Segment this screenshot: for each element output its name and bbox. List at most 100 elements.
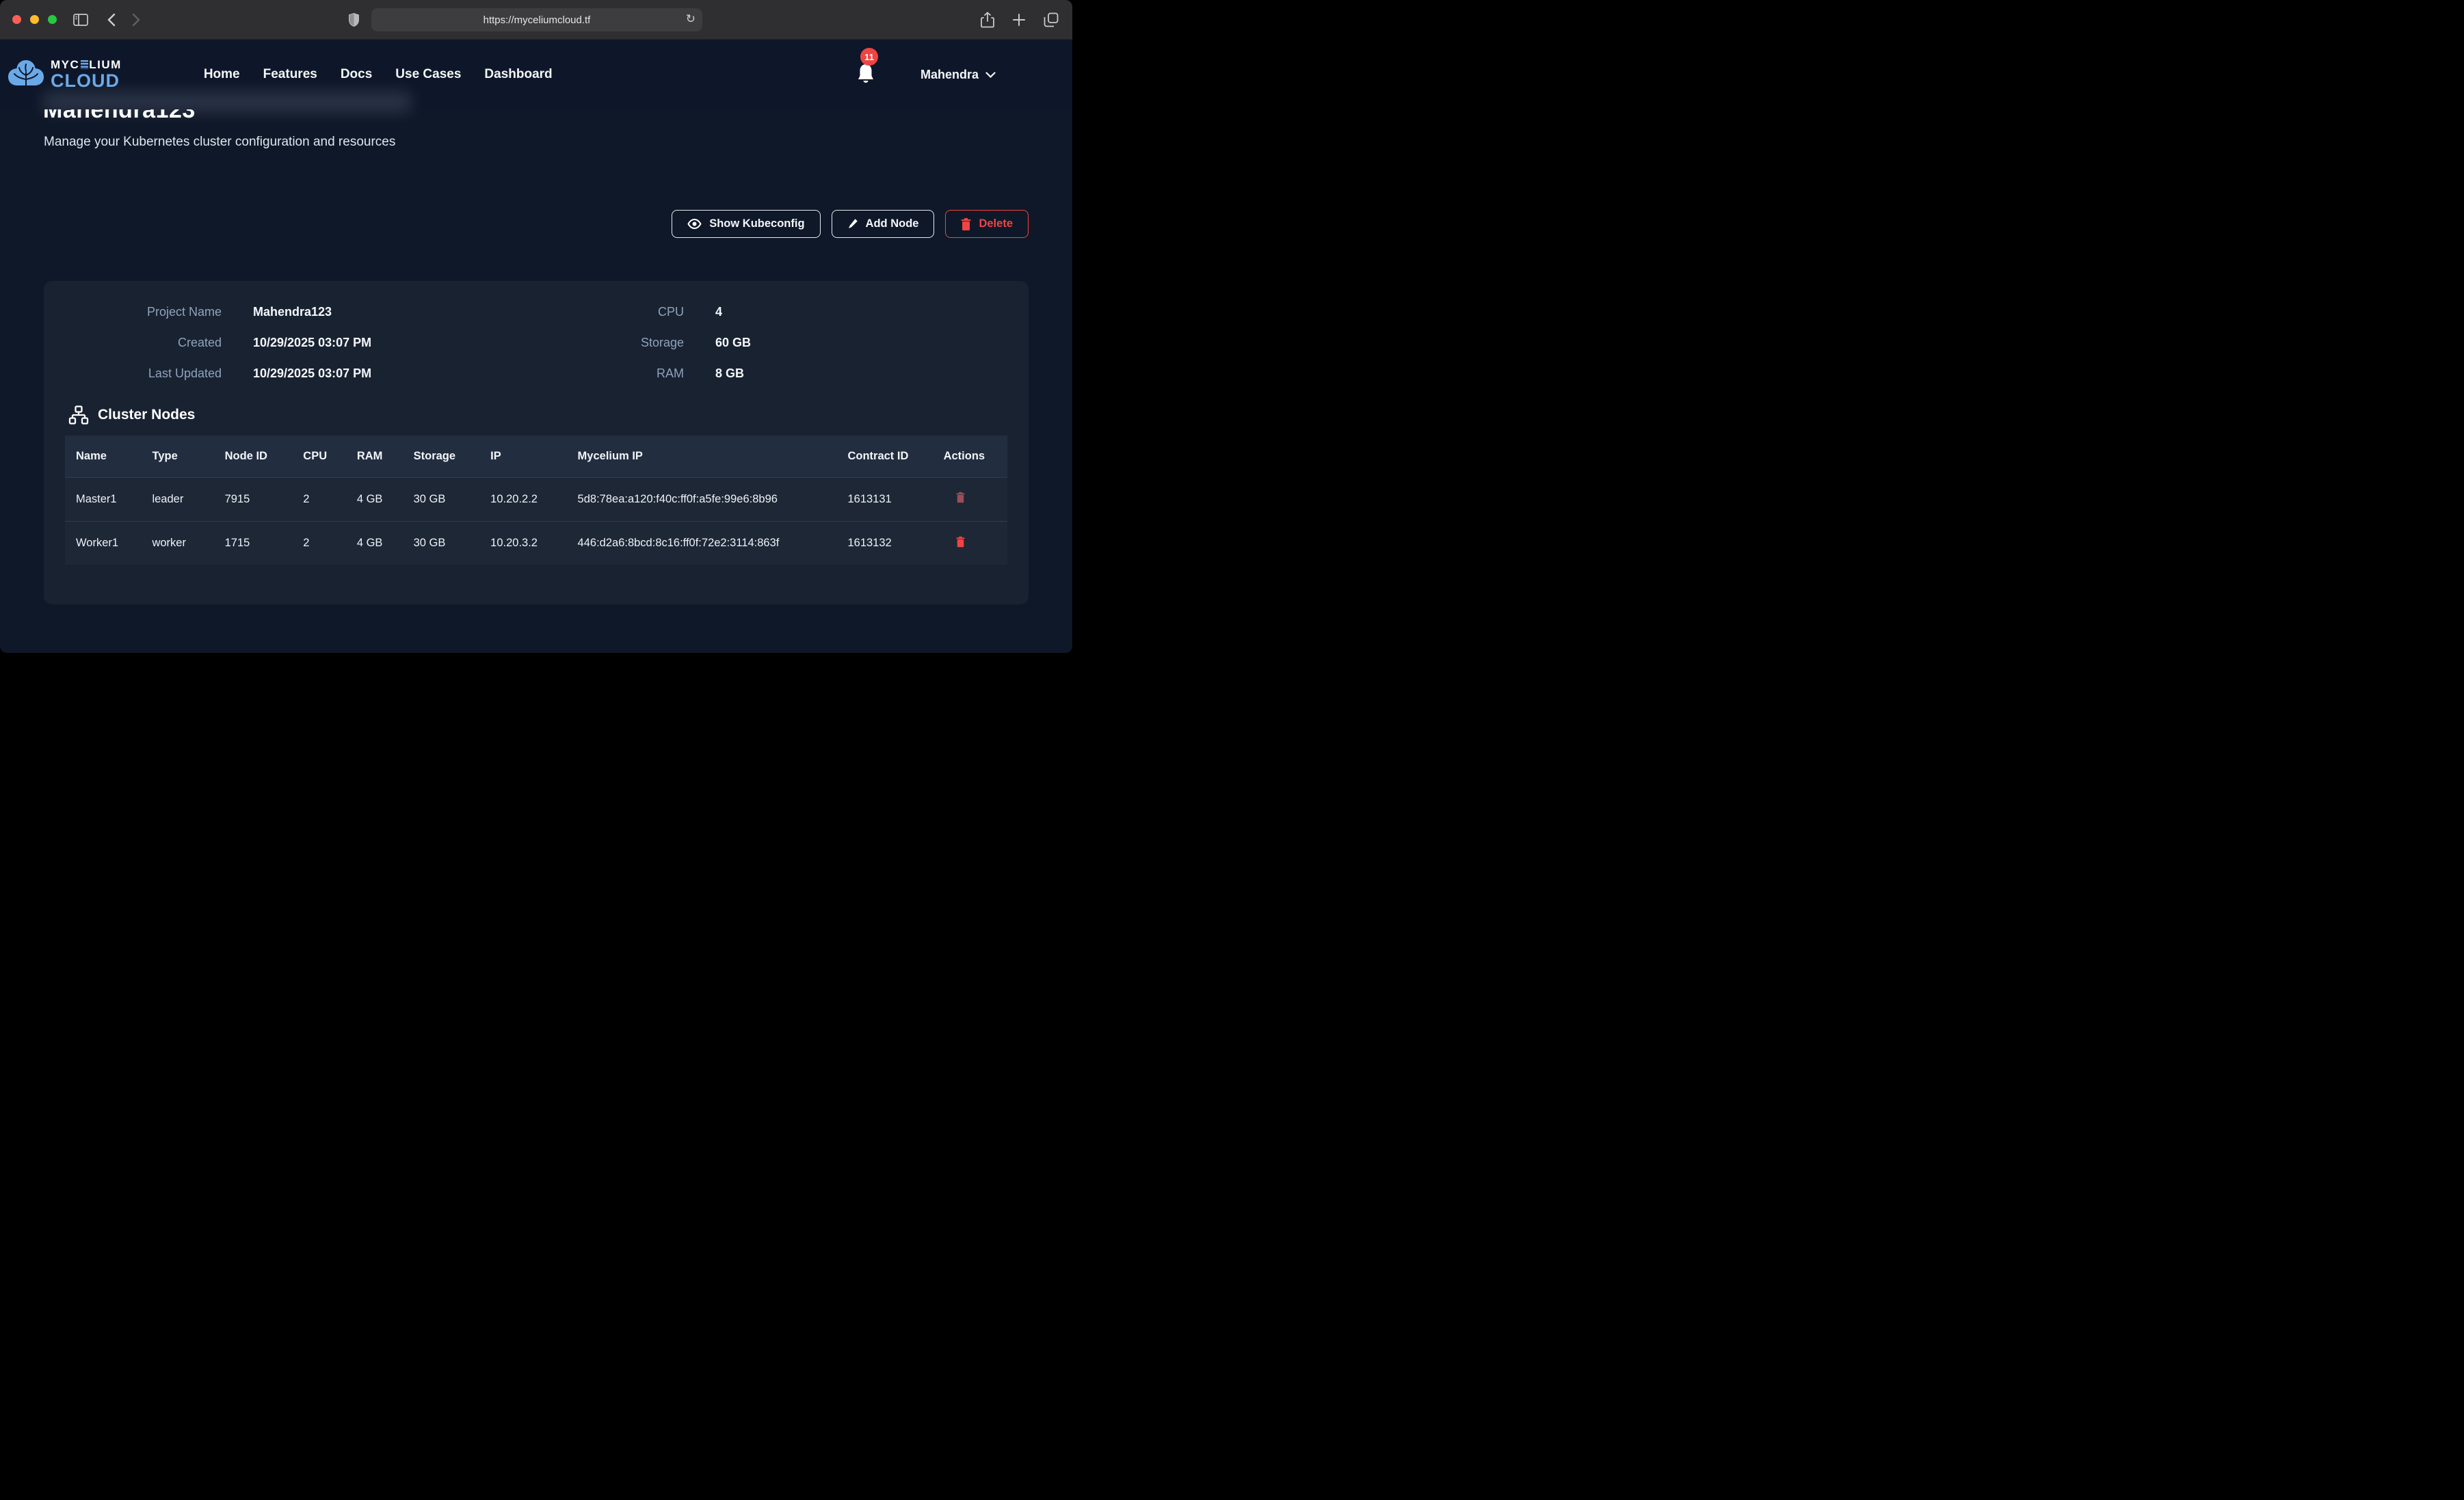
cell-name: Worker1 bbox=[65, 521, 141, 565]
cluster-nodes-heading: Cluster Nodes bbox=[68, 405, 1029, 425]
logo-e-glyph bbox=[81, 60, 88, 69]
cell-node-id: 7915 bbox=[214, 477, 293, 521]
cell-storage: 30 GB bbox=[403, 521, 480, 565]
table-header-row: Name Type Node ID CPU RAM Storage IP Myc… bbox=[65, 436, 1007, 477]
delete-node-button[interactable] bbox=[953, 490, 968, 505]
info-value-ram: 8 GB bbox=[715, 362, 1029, 385]
info-value-storage: 60 GB bbox=[715, 331, 1029, 354]
notifications-button[interactable]: 11 bbox=[856, 63, 877, 86]
scrolled-title-blur bbox=[42, 92, 412, 112]
bell-icon bbox=[856, 63, 875, 85]
table-row: Worker1worker171524 GB30 GB10.20.3.2446:… bbox=[65, 521, 1007, 565]
forward-button[interactable] bbox=[132, 13, 140, 27]
col-header-storage: Storage bbox=[403, 436, 480, 477]
new-tab-icon[interactable] bbox=[1012, 13, 1026, 27]
cell-mycelium-ip: 5d8:78ea:a120:f40c:ff0f:a5fe:99e6:8b96 bbox=[567, 477, 837, 521]
nav-item-home[interactable]: Home bbox=[204, 67, 240, 82]
main-content: Mahendra123 Manage your Kubernetes clust… bbox=[0, 109, 1072, 604]
col-header-ip: IP bbox=[479, 436, 566, 477]
cell-ip: 10.20.3.2 bbox=[479, 521, 566, 565]
cell-ram: 4 GB bbox=[346, 521, 403, 565]
cell-cpu: 2 bbox=[292, 521, 346, 565]
info-value-created: 10/29/2025 03:07 PM bbox=[253, 331, 540, 354]
add-node-button[interactable]: Add Node bbox=[832, 210, 935, 238]
nav-item-dashboard[interactable]: Dashboard bbox=[484, 67, 552, 82]
nodes-table-body: Master1leader791524 GB30 GB10.20.2.25d8:… bbox=[65, 477, 1007, 565]
url-text: https://myceliumcloud.tf bbox=[483, 14, 591, 26]
cell-node-id: 1715 bbox=[214, 521, 293, 565]
privacy-shield-icon[interactable] bbox=[348, 12, 360, 27]
col-header-mycelium-ip: Mycelium IP bbox=[567, 436, 837, 477]
back-button[interactable] bbox=[107, 13, 116, 27]
user-name: Mahendra bbox=[920, 68, 979, 82]
info-value-project-name: Mahendra123 bbox=[253, 300, 540, 323]
show-kubeconfig-button[interactable]: Show Kubeconfig bbox=[672, 210, 820, 238]
info-value-last-updated: 10/29/2025 03:07 PM bbox=[253, 362, 540, 385]
nodes-table: Name Type Node ID CPU RAM Storage IP Myc… bbox=[65, 436, 1007, 565]
info-label: Created bbox=[44, 331, 222, 354]
user-menu[interactable]: Mahendra bbox=[920, 68, 996, 82]
share-icon[interactable] bbox=[981, 12, 994, 28]
cluster-info-grid: Project Name Mahendra123 CPU 4 Created 1… bbox=[44, 300, 1029, 385]
minimize-window-button[interactable] bbox=[30, 15, 39, 24]
page-subtitle: Manage your Kubernetes cluster configura… bbox=[44, 135, 1029, 150]
delete-cluster-button[interactable]: Delete bbox=[945, 210, 1029, 238]
trash-icon bbox=[961, 218, 971, 230]
page-title: Mahendra123 bbox=[43, 109, 1029, 125]
cell-type: worker bbox=[141, 521, 213, 565]
cell-actions bbox=[933, 521, 1007, 565]
col-header-actions: Actions bbox=[933, 436, 1007, 477]
info-label: RAM bbox=[572, 362, 684, 385]
nav-item-docs[interactable]: Docs bbox=[341, 67, 372, 82]
cell-type: leader bbox=[141, 477, 213, 521]
info-value-cpu: 4 bbox=[715, 300, 1029, 323]
nodes-tree-icon bbox=[68, 405, 89, 425]
col-header-type: Type bbox=[141, 436, 213, 477]
nav-item-use-cases[interactable]: Use Cases bbox=[395, 67, 461, 82]
cluster-details-panel: Project Name Mahendra123 CPU 4 Created 1… bbox=[44, 281, 1029, 604]
trash-icon bbox=[956, 536, 965, 548]
cluster-actions: Show Kubeconfig Add Node Delete bbox=[44, 210, 1029, 238]
col-header-ram: RAM bbox=[346, 436, 403, 477]
browser-window: https://myceliumcloud.tf ↻ bbox=[0, 0, 1072, 653]
close-window-button[interactable] bbox=[12, 15, 21, 24]
info-label: Last Updated bbox=[44, 362, 222, 385]
chevron-down-icon bbox=[985, 72, 996, 78]
cell-ip: 10.20.2.2 bbox=[479, 477, 566, 521]
nav-item-features[interactable]: Features bbox=[263, 67, 317, 82]
browser-chrome: https://myceliumcloud.tf ↻ bbox=[0, 0, 1072, 40]
cell-contract-id: 1613132 bbox=[836, 521, 932, 565]
address-bar[interactable]: https://myceliumcloud.tf ↻ bbox=[371, 8, 702, 31]
nodes-table-wrap: Name Type Node ID CPU RAM Storage IP Myc… bbox=[65, 436, 1007, 565]
delete-node-button[interactable] bbox=[953, 535, 968, 549]
mycelium-cloud-logo-icon bbox=[7, 59, 45, 90]
notification-badge: 11 bbox=[860, 48, 878, 66]
page-title-clip: Mahendra123 bbox=[43, 109, 1029, 126]
trash-icon bbox=[956, 492, 965, 503]
window-controls bbox=[12, 15, 57, 24]
site-header: MYCLIUM CLOUD Home Features Docs Use Cas… bbox=[0, 40, 1072, 109]
cell-ram: 4 GB bbox=[346, 477, 403, 521]
cluster-nodes-title: Cluster Nodes bbox=[98, 407, 195, 423]
main-nav: Home Features Docs Use Cases Dashboard bbox=[204, 67, 553, 82]
logo-line2: CLOUD bbox=[51, 72, 122, 90]
logo[interactable]: MYCLIUM CLOUD bbox=[7, 59, 122, 90]
reload-icon[interactable]: ↻ bbox=[686, 12, 696, 26]
cell-name: Master1 bbox=[65, 477, 141, 521]
pencil-icon bbox=[847, 218, 858, 230]
zoom-window-button[interactable] bbox=[48, 15, 57, 24]
sidebar-toggle-icon[interactable] bbox=[73, 14, 88, 26]
cell-actions bbox=[933, 477, 1007, 521]
cell-contract-id: 1613131 bbox=[836, 477, 932, 521]
info-label: CPU bbox=[572, 300, 684, 323]
table-row: Master1leader791524 GB30 GB10.20.2.25d8:… bbox=[65, 477, 1007, 521]
cell-storage: 30 GB bbox=[403, 477, 480, 521]
tab-overview-icon[interactable] bbox=[1044, 12, 1059, 27]
logo-line1: MYCLIUM bbox=[51, 59, 122, 70]
info-label: Project Name bbox=[44, 300, 222, 323]
col-header-node-id: Node ID bbox=[214, 436, 293, 477]
cell-mycelium-ip: 446:d2a6:8bcd:8c16:ff0f:72e2:3114:863f bbox=[567, 521, 837, 565]
col-header-name: Name bbox=[65, 436, 141, 477]
cell-cpu: 2 bbox=[292, 477, 346, 521]
col-header-contract-id: Contract ID bbox=[836, 436, 932, 477]
